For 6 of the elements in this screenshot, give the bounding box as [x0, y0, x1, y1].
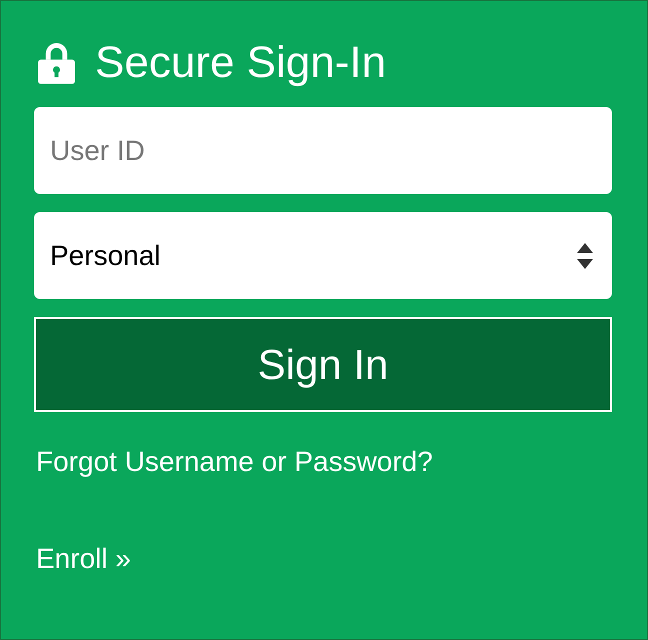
account-type-select[interactable]: Personal — [34, 212, 612, 299]
sign-in-button[interactable]: Sign In — [34, 317, 612, 412]
panel-title: Secure Sign-In — [95, 37, 386, 89]
lock-icon — [38, 42, 75, 84]
up-down-arrows-icon — [577, 242, 593, 268]
user-id-field[interactable]: User ID — [34, 107, 612, 194]
